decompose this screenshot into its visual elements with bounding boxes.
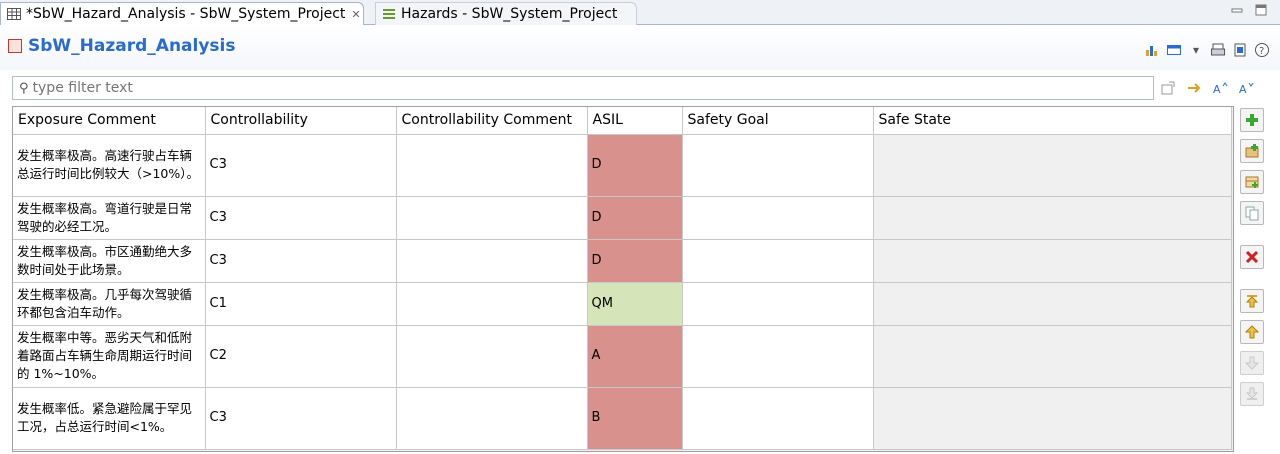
safety-goal-cell[interactable] [682,134,874,197]
table-header-row: Exposure Comment Controllability Control… [13,107,1232,135]
page-title: SbW_Hazard_Analysis [28,36,236,56]
table-row[interactable]: 发生概率中等。恶劣天气和低附着路面占车辆生命周期运行时间的 1%~10%。 C2… [13,325,1232,388]
table-row[interactable]: 发生概率极高。高速行驶占车辆总运行时间比例较大（>10%）。 C3 D [13,134,1232,197]
table-row[interactable]: 发生概率极高。弯道行驶是日常驾驶的必经工况。 C3 D [13,196,1232,240]
hazard-table: Exposure Comment Controllability Control… [12,106,1234,452]
clear-filter-icon[interactable] [1160,80,1176,96]
move-up-icon[interactable] [1240,320,1264,344]
safe-state-cell[interactable] [873,282,1232,326]
columns-icon[interactable] [1166,42,1182,58]
close-icon[interactable]: ✕ [351,8,360,21]
expand-icon[interactable] [1186,80,1202,96]
delete-icon[interactable] [1240,245,1264,269]
decrease-font-icon[interactable]: A [1238,80,1254,96]
controllability-comment-cell[interactable] [396,134,588,197]
controllability-comment-cell[interactable] [396,325,588,388]
filter-box: ⚲ [12,76,1154,100]
table-row[interactable]: 发生概率低。紧急避险属于罕见工况，占总运行时间<1%。 C3 B [13,387,1232,450]
maximize-icon[interactable] [1254,3,1268,17]
exposure-comment-cell[interactable]: 发生概率极高。弯道行驶是日常驾驶的必经工况。 [13,196,206,240]
safety-goal-cell[interactable] [682,239,874,283]
column-header-exposure-comment[interactable]: Exposure Comment [13,107,206,135]
chart-icon[interactable] [1144,42,1160,58]
filter-input[interactable] [32,80,1133,96]
controllability-cell[interactable]: C3 [205,134,397,197]
column-header-controllability-comment[interactable]: Controllability Comment [396,107,588,135]
column-header-safety-goal[interactable]: Safety Goal [682,107,874,135]
move-down-icon[interactable] [1240,351,1264,375]
safe-state-cell[interactable] [873,134,1232,197]
chevron-down-icon[interactable]: ▾ [1188,42,1204,58]
svg-text:A: A [1239,83,1247,96]
asil-cell[interactable]: B [587,387,683,450]
controllability-cell[interactable]: C3 [205,196,397,240]
form-header: SbW_Hazard_Analysis ▾ ? [0,26,1280,70]
move-bottom-icon[interactable] [1240,382,1264,406]
tab-hazard-analysis[interactable]: *SbW_Hazard_Analysis - SbW_System_Projec… [0,2,364,25]
asil-cell[interactable]: A [587,325,683,388]
column-header-safe-state[interactable]: Safe State [873,107,1232,135]
print-icon[interactable] [1210,42,1226,58]
exposure-comment-cell[interactable]: 发生概率低。紧急避险属于罕见工况，占总运行时间<1%。 [13,387,206,450]
hazard-analysis-icon [8,39,22,53]
safe-state-cell[interactable] [873,325,1232,388]
controllability-cell[interactable]: C2 [205,325,397,388]
table-icon [7,7,21,21]
tab-label: *SbW_Hazard_Analysis - SbW_System_Projec… [26,6,346,22]
list-icon [382,7,396,21]
controllability-comment-cell[interactable] [396,387,588,450]
controllability-cell[interactable]: C3 [205,239,397,283]
controllability-comment-cell[interactable] [396,239,588,283]
minimize-icon[interactable] [1230,3,1244,17]
safety-goal-cell[interactable] [682,325,874,388]
add-child-icon[interactable] [1240,139,1264,163]
safe-state-cell[interactable] [873,196,1232,240]
exposure-comment-cell[interactable]: 发生概率极高。几乎每次驾驶循环都包含泊车动作。 [13,282,206,326]
move-top-icon[interactable] [1240,289,1264,313]
asil-cell[interactable]: D [587,196,683,240]
search-icon: ⚲ [19,80,29,96]
safety-goal-cell[interactable] [682,282,874,326]
help-icon[interactable]: ? [1254,42,1270,58]
asil-cell[interactable]: QM [587,282,683,326]
add-icon[interactable] [1240,108,1264,132]
controllability-comment-cell[interactable] [396,196,588,240]
safety-goal-cell[interactable] [682,387,874,450]
copy-icon[interactable] [1240,201,1264,225]
controllability-comment-cell[interactable] [396,282,588,326]
column-header-asil[interactable]: ASIL [587,107,683,135]
exposure-comment-cell[interactable]: 发生概率中等。恶劣天气和低附着路面占车辆生命周期运行时间的 1%~10%。 [13,325,206,388]
safe-state-cell[interactable] [873,239,1232,283]
safety-goal-cell[interactable] [682,196,874,240]
editor-tab-strip: *SbW_Hazard_Analysis - SbW_System_Projec… [0,0,1280,25]
controllability-cell[interactable]: C1 [205,282,397,326]
svg-text:A: A [1213,83,1221,96]
safe-state-cell[interactable] [873,387,1232,450]
controllability-cell[interactable]: C3 [205,387,397,450]
asil-cell[interactable]: D [587,239,683,283]
table-row[interactable]: 发生概率极高。几乎每次驾驶循环都包含泊车动作。 C1 QM [13,282,1232,326]
table-row[interactable]: 发生概率极高。市区通勤绝大多数时间处于此场景。 C3 D [13,239,1232,283]
column-header-controllability[interactable]: Controllability [205,107,397,135]
exposure-comment-cell[interactable]: 发生概率极高。高速行驶占车辆总运行时间比例较大（>10%）。 [13,134,206,197]
export-icon[interactable] [1232,42,1248,58]
asil-cell[interactable]: D [587,134,683,197]
exposure-comment-cell[interactable]: 发生概率极高。市区通勤绝大多数时间处于此场景。 [13,239,206,283]
svg-text:?: ? [1259,46,1264,57]
tab-label: Hazards - SbW_System_Project [401,6,618,22]
add-table-icon[interactable] [1240,170,1264,194]
increase-font-icon[interactable]: A [1212,80,1228,96]
tab-hazards[interactable]: Hazards - SbW_System_Project [375,2,637,25]
